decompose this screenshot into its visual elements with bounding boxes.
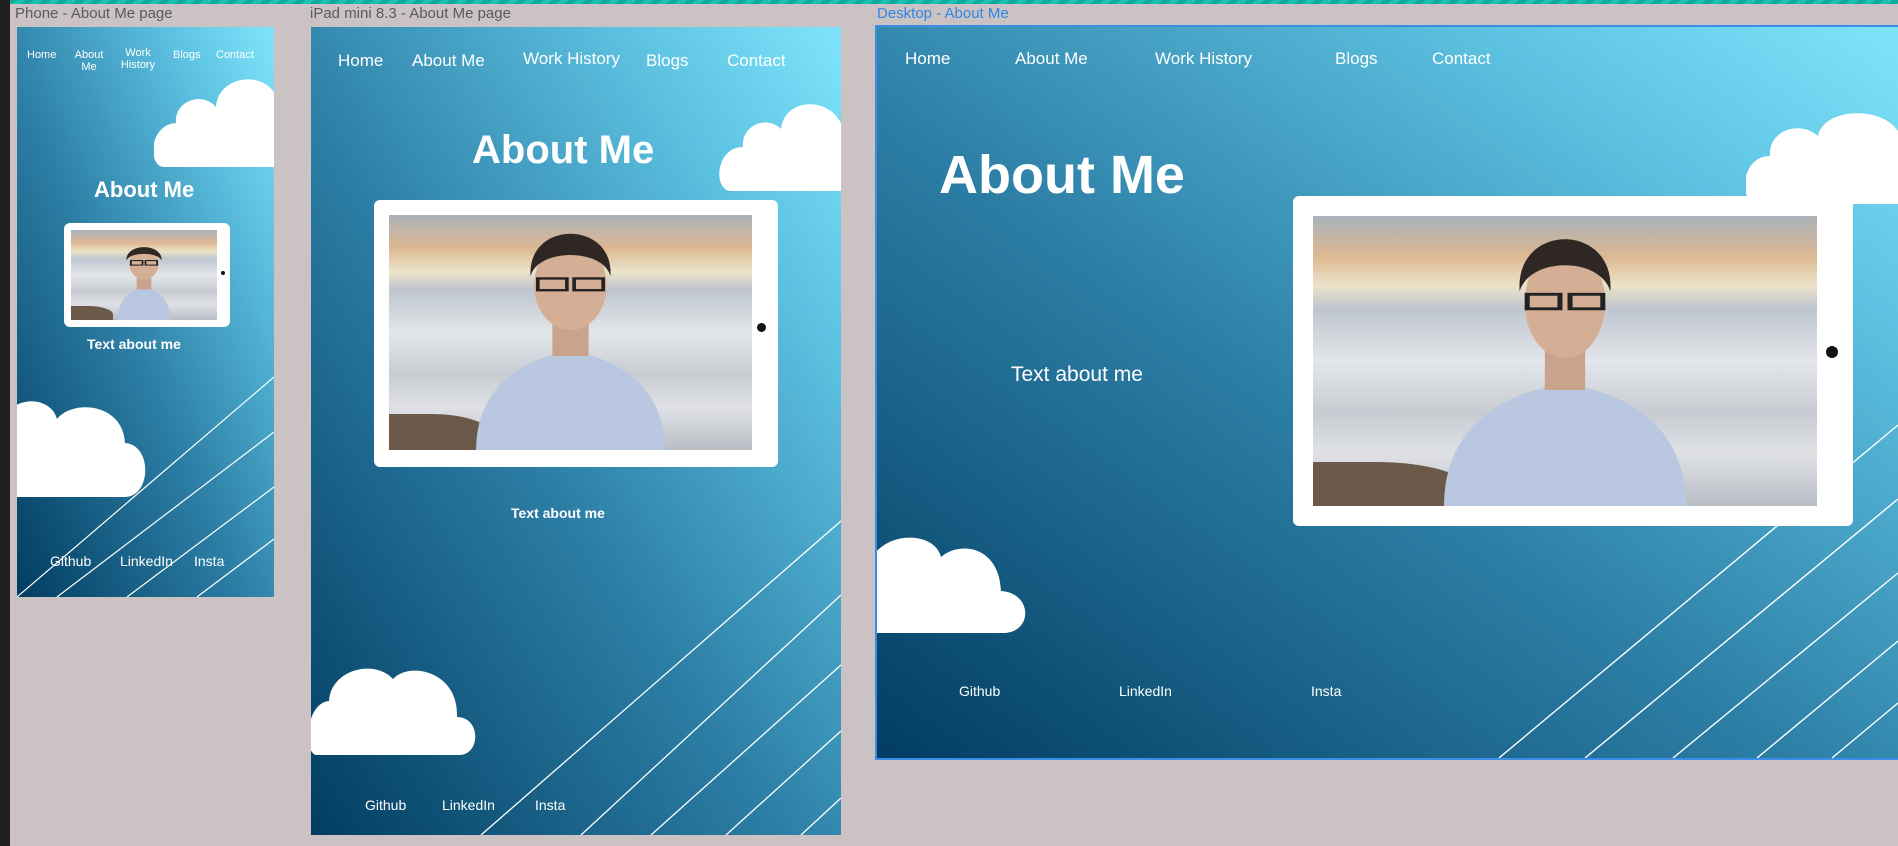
- profile-video[interactable]: [389, 215, 752, 450]
- camera-icon: [1826, 346, 1838, 358]
- about-text: Text about me: [511, 505, 605, 521]
- nav-home-link[interactable]: Home: [338, 51, 383, 71]
- cloud-icon: [154, 79, 274, 167]
- footer-insta-link[interactable]: Insta: [535, 797, 565, 813]
- person-image: [1444, 239, 1686, 506]
- camera-icon: [757, 323, 766, 332]
- canvas-top-strip: [0, 0, 1898, 4]
- nav-home-link[interactable]: Home: [905, 49, 950, 69]
- nav-home-link[interactable]: Home: [27, 49, 56, 61]
- video-tablet-frame[interactable]: [1293, 196, 1853, 526]
- video-tablet-frame[interactable]: [374, 200, 778, 467]
- cloud-icon: [311, 668, 476, 755]
- cloud-icon: [1746, 113, 1898, 204]
- person-image: [117, 247, 171, 320]
- nav-contact-link[interactable]: Contact: [1432, 49, 1491, 69]
- camera-icon: [221, 271, 225, 275]
- nav-work-history-link[interactable]: Work History: [1155, 49, 1252, 69]
- nav-contact-link[interactable]: Contact: [727, 51, 786, 71]
- nav-work-history-link[interactable]: Work History: [523, 49, 620, 69]
- nav-blogs-link[interactable]: Blogs: [646, 51, 689, 71]
- page-title: About Me: [94, 177, 195, 202]
- about-text: Text about me: [1011, 363, 1143, 386]
- footer-github-link[interactable]: Github: [50, 553, 91, 569]
- cloud-icon: [877, 537, 1026, 633]
- desktop-frame-label[interactable]: Desktop - About Me: [877, 5, 1009, 22]
- phone-frame[interactable]: Home About Me Work History Blogs Contact…: [17, 27, 274, 597]
- nav-blogs-link[interactable]: Blogs: [1335, 49, 1378, 69]
- cloud-icon: [719, 104, 841, 191]
- footer-linkedin-link[interactable]: LinkedIn: [1119, 683, 1172, 699]
- cloud-icon: [17, 401, 146, 497]
- nav-contact-link[interactable]: Contact: [216, 49, 254, 61]
- person-image: [476, 233, 665, 450]
- nav-about-me-link[interactable]: About Me: [412, 51, 485, 71]
- profile-video[interactable]: [1313, 216, 1817, 506]
- video-tablet-frame[interactable]: [64, 223, 230, 327]
- page-title: About Me: [939, 145, 1185, 205]
- footer-linkedin-link[interactable]: LinkedIn: [120, 553, 173, 569]
- canvas-left-edge: [0, 0, 10, 846]
- footer-linkedin-link[interactable]: LinkedIn: [442, 797, 495, 813]
- about-text: Text about me: [87, 336, 181, 352]
- nav-work-history-link[interactable]: Work History: [117, 47, 159, 71]
- ipad-frame[interactable]: Home About Me Work History Blogs Contact…: [311, 27, 841, 835]
- nav-about-me-link[interactable]: About Me: [1015, 49, 1088, 69]
- footer-insta-link[interactable]: Insta: [194, 553, 224, 569]
- page-title: About Me: [472, 128, 655, 172]
- nav-about-me-link[interactable]: About Me: [70, 49, 108, 73]
- footer-github-link[interactable]: Github: [959, 683, 1000, 699]
- footer-insta-link[interactable]: Insta: [1311, 683, 1341, 699]
- nav-blogs-link[interactable]: Blogs: [173, 49, 201, 61]
- ipad-frame-label[interactable]: iPad mini 8.3 - About Me page: [310, 5, 511, 22]
- phone-frame-label[interactable]: Phone - About Me page: [15, 5, 173, 22]
- footer-github-link[interactable]: Github: [365, 797, 406, 813]
- profile-video[interactable]: [71, 230, 217, 320]
- desktop-frame[interactable]: Home About Me Work History Blogs Contact…: [875, 25, 1898, 760]
